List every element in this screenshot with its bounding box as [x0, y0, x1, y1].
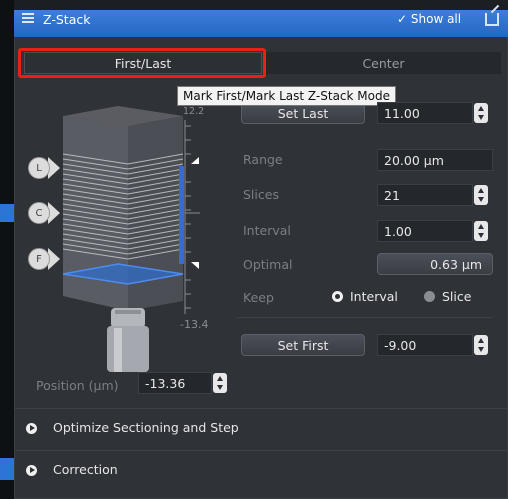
- set-last-stepper[interactable]: [474, 103, 488, 123]
- expand-icon[interactable]: [26, 465, 37, 476]
- last-marker[interactable]: [191, 157, 199, 164]
- set-first-stepper[interactable]: [474, 335, 488, 355]
- zstack-visual: [62, 106, 200, 372]
- section-divider: [14, 450, 508, 451]
- first-marker[interactable]: [191, 262, 199, 269]
- show-all-toggle[interactable]: ✓ Show all: [397, 12, 461, 26]
- tooltip: Mark First/Mark Last Z-Stack Mode: [177, 86, 396, 106]
- side-button-label: C: [35, 207, 43, 219]
- slices-field[interactable]: 21: [377, 184, 473, 206]
- keep-slice-label: Slice: [442, 289, 472, 304]
- stack-column: [62, 106, 184, 311]
- section-optimize[interactable]: Optimize Sectioning and Step: [53, 420, 239, 435]
- interval-field[interactable]: 1.00: [377, 220, 473, 242]
- interval-stepper[interactable]: [474, 221, 488, 241]
- keep-interval-label: Interval: [350, 289, 398, 304]
- scale-top-label: 12.2: [183, 106, 205, 117]
- position-field[interactable]: -13.36: [138, 372, 212, 394]
- background-left: [0, 0, 14, 499]
- expand-icon[interactable]: [26, 423, 37, 434]
- undock-icon[interactable]: [485, 13, 499, 26]
- background-highlight: [0, 458, 14, 480]
- side-button-label: F: [36, 253, 42, 265]
- form-divider: [237, 317, 493, 318]
- range-label: Range: [243, 152, 283, 167]
- slices-label: Slices: [243, 187, 279, 202]
- optimal-button[interactable]: 0.63 µm: [377, 253, 493, 275]
- section-correction[interactable]: Correction: [53, 462, 118, 477]
- side-button-label: L: [36, 162, 42, 174]
- range-value: 20.00 µm: [377, 149, 493, 171]
- menu-icon[interactable]: [22, 13, 34, 25]
- set-first-button[interactable]: Set First: [241, 334, 365, 356]
- set-last-field[interactable]: 11.00: [377, 102, 473, 124]
- keep-interval-radio[interactable]: [332, 291, 343, 302]
- side-button-first[interactable]: F: [28, 248, 50, 270]
- panel-title: Z-Stack: [43, 12, 91, 27]
- keep-label: Keep: [243, 290, 274, 305]
- objective-icon: [107, 308, 149, 372]
- background-highlight: [0, 204, 14, 222]
- show-all-label: Show all: [410, 12, 462, 26]
- interval-label: Interval: [243, 223, 291, 238]
- set-first-field[interactable]: -9.00: [377, 334, 473, 356]
- section-divider: [14, 408, 508, 409]
- slices-stepper[interactable]: [474, 185, 488, 205]
- scale-bottom-label: -13.4: [180, 318, 209, 331]
- tab-center[interactable]: Center: [266, 52, 501, 74]
- keep-slice-radio[interactable]: [424, 291, 435, 302]
- side-button-center[interactable]: C: [28, 202, 50, 224]
- optimal-label: Optimal: [243, 257, 293, 272]
- position-stepper[interactable]: [213, 373, 227, 393]
- side-button-last[interactable]: L: [28, 157, 50, 179]
- position-label: Position (µm): [36, 378, 119, 393]
- highlight-box: [18, 48, 266, 78]
